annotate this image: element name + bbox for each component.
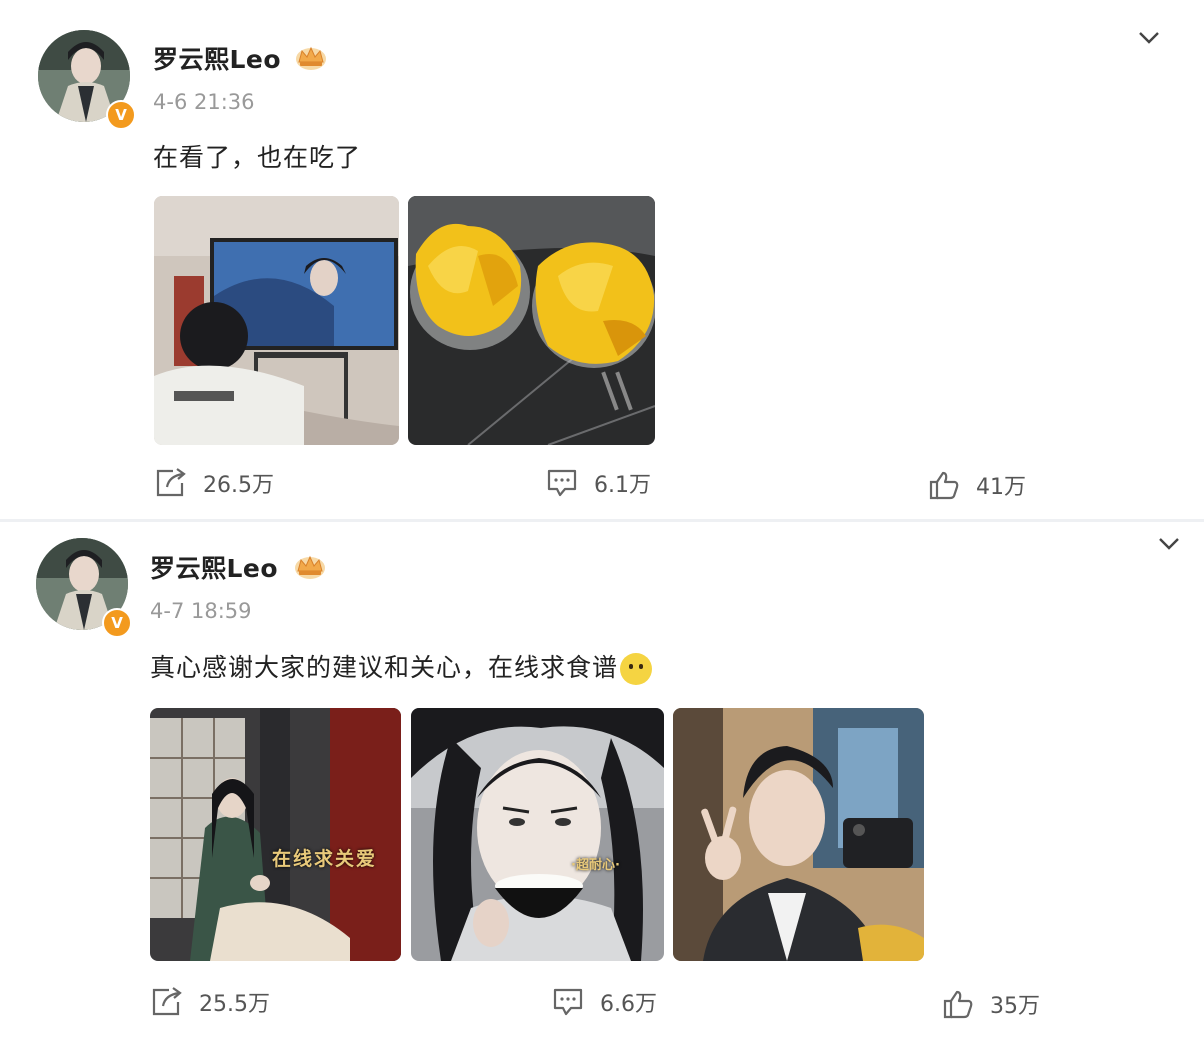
comment-button[interactable]: 6.1万	[546, 467, 651, 499]
thumbs-up-icon	[929, 471, 959, 500]
post-text-content: 真心感谢大家的建议和关心，在线求食谱	[150, 653, 619, 682]
comment-count: 6.6万	[600, 992, 657, 1017]
chevron-down-icon[interactable]	[1137, 30, 1161, 46]
like-count: 35万	[990, 994, 1040, 1019]
verified-badge-icon: V	[106, 100, 136, 130]
repost-button[interactable]: 26.5万	[155, 467, 274, 499]
comment-icon	[553, 988, 583, 1016]
author-name[interactable]: 罗云熙Leo	[153, 40, 281, 76]
repost-count: 25.5万	[199, 992, 270, 1017]
comment-icon	[547, 469, 577, 497]
post-image-tv-watching[interactable]	[154, 196, 399, 445]
image-overlay-caption: ·超耐心·	[571, 858, 620, 873]
repost-count: 26.5万	[203, 473, 274, 498]
crown-member-icon	[296, 46, 326, 70]
post-time[interactable]: 4-7 18:59	[150, 599, 252, 623]
post-text: 真心感谢大家的建议和关心，在线求食谱	[150, 648, 653, 685]
comment-button[interactable]: 6.6万	[552, 986, 657, 1018]
post-image-selfie[interactable]	[673, 708, 924, 961]
repost-icon	[152, 987, 182, 1016]
chevron-down-icon[interactable]	[1157, 536, 1181, 552]
repost-icon	[156, 468, 186, 497]
crown-member-icon	[295, 555, 325, 579]
like-count: 41万	[976, 475, 1026, 500]
post-image-jackfruit[interactable]	[408, 196, 655, 445]
comment-count: 6.1万	[594, 473, 651, 498]
repost-button[interactable]: 25.5万	[151, 986, 270, 1018]
post-image-drama-scene[interactable]: 在线求关爱	[150, 708, 401, 961]
weibo-post: V 罗云熙Leo 4-7 18:59 真心感谢大家的建议和关心，在线求食谱 在线…	[0, 522, 1204, 1042]
post-text: 在看了，也在吃了	[153, 143, 362, 172]
chick-emoji-icon	[620, 653, 653, 685]
like-button[interactable]: 41万	[928, 469, 1026, 501]
weibo-post: V 罗云熙Leo 4-6 21:36 在看了，也在吃了 26.5万 6.1万 4…	[0, 0, 1204, 519]
thumbs-up-icon	[943, 990, 973, 1019]
post-time[interactable]: 4-6 21:36	[153, 90, 255, 114]
author-name[interactable]: 罗云熙Leo	[150, 549, 278, 585]
like-button[interactable]: 35万	[942, 988, 1040, 1020]
verified-badge-icon: V	[102, 608, 132, 638]
post-image-eating-rice[interactable]: ·超耐心·	[411, 708, 664, 961]
image-overlay-caption: 在线求关爱	[272, 848, 378, 870]
